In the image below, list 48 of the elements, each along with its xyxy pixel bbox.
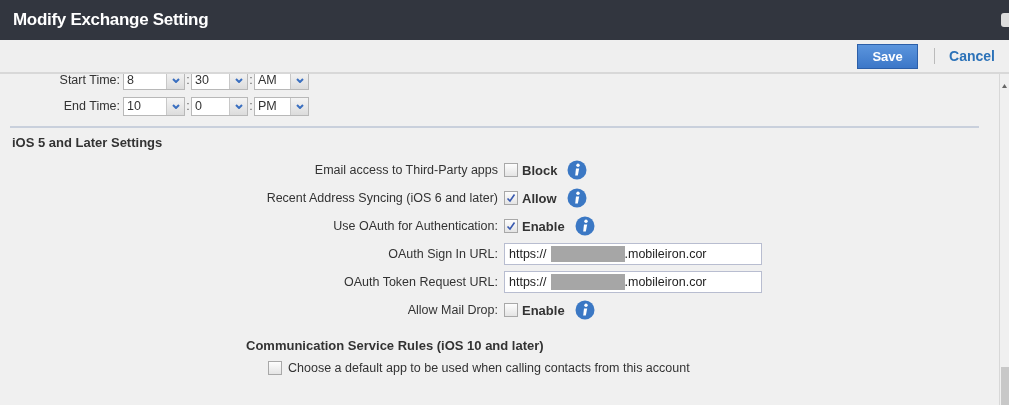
hour-dropdown[interactable]: 8 (123, 74, 185, 90)
hour-dropdown[interactable]: 10 (123, 96, 185, 116)
time-label: Start Time: (58, 74, 120, 87)
save-button[interactable]: Save (857, 43, 919, 69)
chevron-down-icon (295, 77, 304, 83)
setting-label: OAuth Token Request URL: (342, 275, 498, 289)
option-label: Enable (522, 302, 565, 318)
option-label: Allow (522, 190, 557, 206)
minute-dropdown[interactable]: 0 (191, 96, 248, 116)
setting-label: Use OAuth for Authentication: (332, 219, 498, 233)
time-label: End Time: (62, 99, 120, 113)
scrollbar-thumb[interactable] (1000, 367, 1009, 405)
period-dropdown[interactable]: PM (254, 96, 309, 116)
chevron-down-icon (234, 103, 243, 109)
colon-separator: : (185, 99, 191, 113)
checkbox[interactable] (504, 303, 518, 317)
chevron-down-icon (234, 77, 243, 83)
chevron-down-icon (171, 103, 180, 109)
setting-label: Recent Address Syncing (iOS 6 and later) (265, 191, 498, 205)
colon-separator: : (248, 99, 254, 113)
option-label: Choose a default app to be used when calling contacts from this account (288, 361, 690, 375)
section-heading: iOS 5 and Later Settings (12, 135, 164, 150)
url-field[interactable]: https:// .mobileiron.cor (504, 271, 762, 293)
setting-label: Allow Mail Drop: (406, 303, 498, 317)
scroll-up-icon[interactable] (1002, 84, 1007, 88)
checkbox[interactable] (504, 191, 518, 205)
chevron-down-icon (295, 103, 304, 109)
period-dropdown[interactable]: AM (254, 74, 309, 90)
info-icon[interactable] (567, 160, 588, 180)
option-label: Enable (522, 218, 565, 234)
section-heading: Communication Service Rules (iOS 10 and later) (246, 338, 545, 353)
option-label: Block (522, 162, 558, 178)
chevron-down-icon (171, 77, 180, 83)
setting-label: Email access to Third-Party apps (313, 163, 498, 177)
checkbox[interactable] (504, 219, 518, 233)
colon-separator: : (185, 74, 191, 87)
minute-dropdown[interactable]: 30 (191, 74, 248, 90)
cancel-link[interactable]: Cancel (949, 48, 995, 64)
scrollbar[interactable] (999, 74, 1009, 405)
info-icon[interactable] (574, 216, 595, 236)
checkbox[interactable] (268, 361, 282, 375)
info-icon[interactable] (566, 188, 587, 208)
checkbox[interactable] (504, 163, 518, 177)
window-title: Modify Exchange Setting (13, 10, 209, 30)
setting-label: OAuth Sign In URL: (387, 247, 498, 261)
info-icon[interactable] (574, 300, 595, 320)
url-field[interactable]: https:// .mobileiron.cor (504, 243, 762, 265)
colon-separator: : (248, 74, 254, 87)
